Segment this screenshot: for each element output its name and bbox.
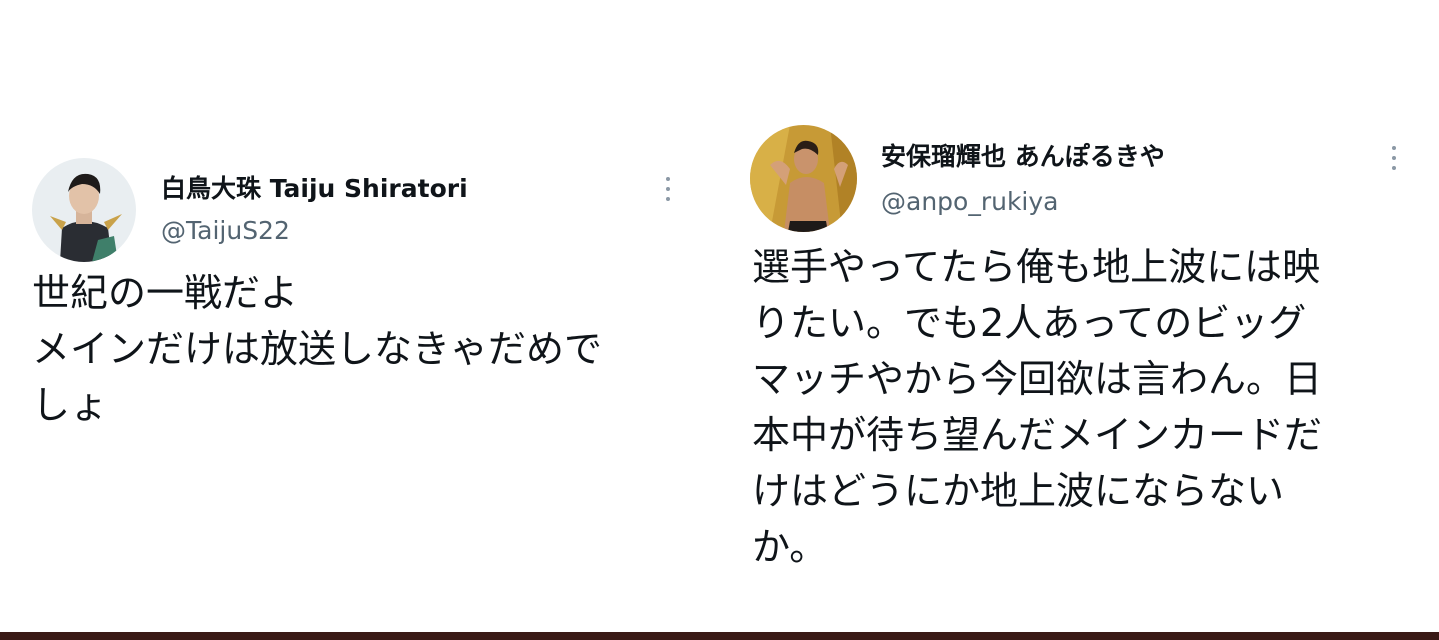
tweet-text-line: マッチやから今回欲は言わん。日 [752, 357, 1323, 401]
tweet-text-line: けはどうにか地上波にならない [752, 469, 1285, 513]
more-vertical-icon[interactable] [1391, 146, 1397, 170]
avatar[interactable] [750, 125, 857, 232]
user-handle[interactable]: @anpo_rukiya [881, 185, 1059, 219]
display-name[interactable]: 白鳥大珠 Taiju Shiratori [161, 172, 468, 206]
tweet-text-line: メインだけは放送しなきゃだめで [32, 327, 603, 371]
tweet-text-line: 世紀の一戦だよ [32, 271, 299, 315]
tweet-text-line: 選手やってたら俺も地上波には映 [752, 245, 1321, 289]
user-handle[interactable]: @TaijuS22 [161, 214, 290, 248]
avatar[interactable] [32, 158, 136, 262]
tweet-text-line: しょ [32, 383, 109, 427]
tweet-text-line: りたい。でも2人あってのビッグ [752, 301, 1307, 345]
tweet-text-line: 本中が待ち望んだメインカードだ [752, 413, 1323, 457]
display-name[interactable]: 安保瑠輝也 あんぽるきや [881, 140, 1165, 174]
more-vertical-icon[interactable] [665, 177, 671, 201]
bottom-divider-bar [0, 632, 1439, 640]
tweet-text-line: か。 [752, 525, 828, 569]
